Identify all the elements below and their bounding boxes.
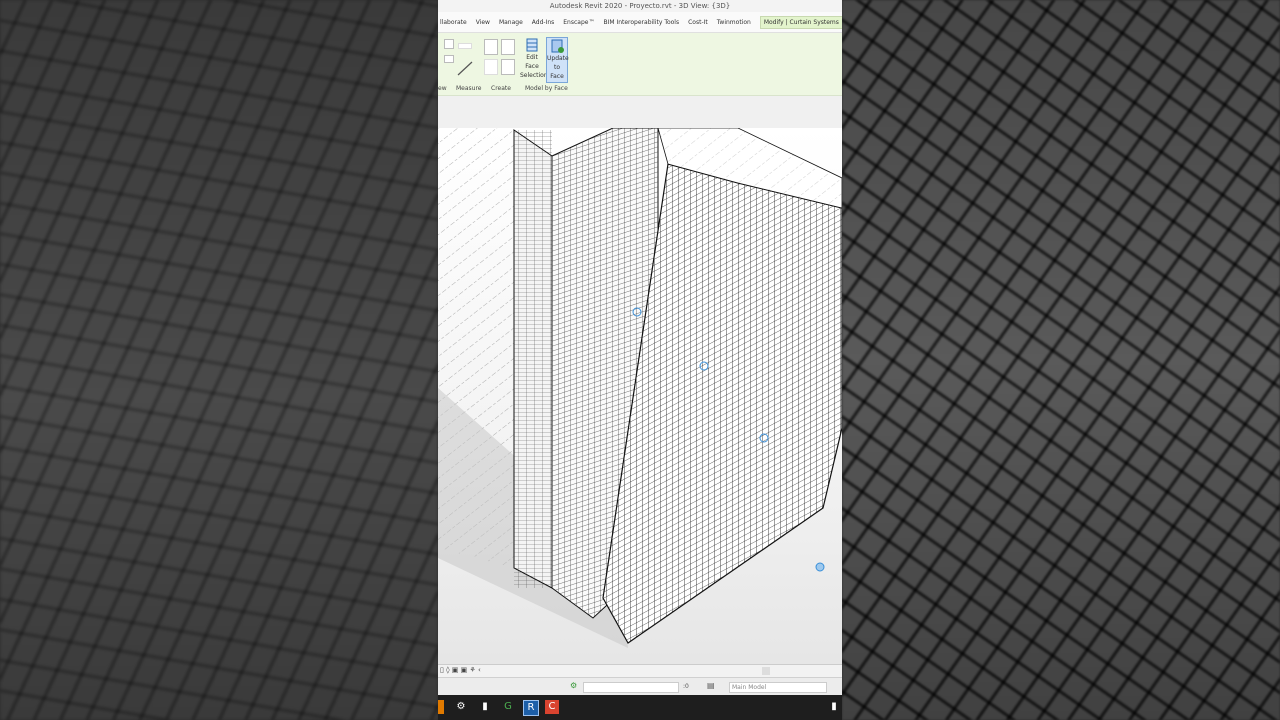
panel-label-measure: Measure	[456, 85, 482, 92]
tab-manage[interactable]: Manage	[499, 19, 523, 26]
curtain-wall-model[interactable]	[438, 128, 842, 664]
window-title: Autodesk Revit 2020 - Proyecto.rvt - 3D …	[438, 0, 842, 12]
design-option-field[interactable]: Main Model	[729, 682, 827, 693]
options-bar	[438, 96, 842, 130]
red-app-icon[interactable]: C	[545, 700, 559, 714]
view-control-icons[interactable]: ▯ ◊ ▣ ▣ ⚘ ‹	[440, 666, 481, 674]
list-tool-icon[interactable]	[444, 55, 454, 63]
scroll-handle[interactable]	[762, 667, 770, 675]
mouse-icon: ▮	[831, 701, 837, 712]
dimension-icon[interactable]	[458, 43, 472, 49]
tab-collaborate[interactable]: llaborate	[440, 19, 467, 26]
panel-label-create: Create	[491, 85, 511, 92]
3d-viewport[interactable]	[438, 128, 842, 664]
edit-face-selection-button[interactable]: Edit Face Selection	[520, 37, 548, 81]
edit-face-label-2: Selection	[520, 72, 548, 79]
create-icon-2[interactable]	[501, 39, 515, 55]
measure-icon[interactable]	[456, 59, 474, 77]
tab-cost-it[interactable]: Cost-It	[688, 19, 708, 26]
revit-window: Autodesk Revit 2020 - Proyecto.rvt - 3D …	[438, 0, 842, 720]
app-icon[interactable]	[438, 700, 444, 714]
level-readout: :0	[683, 683, 689, 690]
update-to-face-label-2: to Face	[550, 64, 564, 80]
modify-tool-icon[interactable]	[444, 39, 454, 49]
ribbon: Edit Face Selection Update to Face ew Me…	[438, 33, 842, 96]
create-icon-4[interactable]	[501, 59, 515, 75]
panel-label-view: ew	[438, 85, 447, 92]
edit-face-label-1: Edit Face	[525, 54, 539, 70]
tab-modify-curtain-systems[interactable]: Modify | Curtain Systems	[759, 15, 842, 29]
create-icon-3[interactable]	[484, 59, 498, 75]
background-blur-left	[0, 0, 438, 720]
edit-face-icon	[526, 38, 538, 52]
status-bar: ⚙ :0 ▤ Main Model	[438, 677, 842, 696]
tab-twinmotion[interactable]: Twinmotion	[717, 19, 751, 26]
create-icon-1[interactable]	[484, 39, 498, 55]
settings-icon[interactable]: ⚙	[454, 700, 468, 714]
background-blur-right	[842, 0, 1280, 720]
workset-icon[interactable]: ⚙	[570, 681, 577, 690]
update-to-face-label-1: Update	[547, 55, 569, 62]
tab-bim-interoperability[interactable]: BIM Interoperability Tools	[603, 19, 679, 26]
revit-icon[interactable]: R	[523, 700, 539, 716]
tab-view[interactable]: View	[476, 19, 490, 26]
ribbon-tabs: llaborate View Manage Add-Ins Enscape™ B…	[438, 12, 842, 33]
tab-enscape[interactable]: Enscape™	[563, 19, 594, 26]
file-icon[interactable]: ▮	[478, 700, 492, 714]
tab-add-ins[interactable]: Add-Ins	[532, 19, 554, 26]
workset-field[interactable]	[583, 682, 679, 693]
facade-left-grid	[514, 130, 552, 588]
update-face-icon	[551, 39, 564, 53]
panel-label-model-by-face: Model by Face	[525, 85, 568, 92]
google-icon[interactable]: G	[501, 700, 515, 714]
filter-icon[interactable]: ▤	[707, 681, 715, 690]
taskbar: ⚙ ▮ G R C ▮	[438, 695, 842, 720]
view-control-bar: ▯ ◊ ▣ ▣ ⚘ ‹	[438, 664, 842, 678]
update-to-face-button[interactable]: Update to Face	[546, 37, 569, 83]
